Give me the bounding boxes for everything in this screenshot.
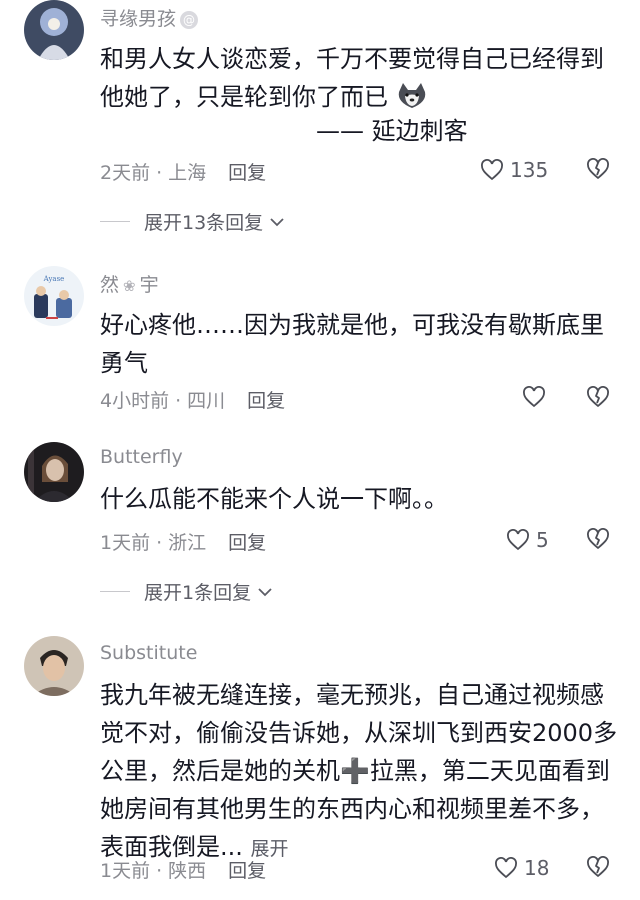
comment-4: Substitute 我九年被无缝连接，毫无预兆，自己通过视频感觉不对，偷偷没告… [0,636,640,900]
timestamp: 1天前 [100,860,151,882]
broken-heart-icon [587,856,609,877]
like-button[interactable] [522,386,546,408]
comment-2: Ayase 然 ❀ 宇 好心疼他……因为我就是他，可我没有歇斯底里勇气 4小时前 · 四… [0,260,640,430]
username[interactable]: 寻缘男孩 @ [100,4,199,31]
svg-text:Ayase: Ayase [43,275,65,283]
comment-meta: 1天前 · 陕西 回复 [100,860,267,882]
dislike-button[interactable] [586,856,610,882]
like-count: 18 [524,856,550,880]
expand-replies[interactable]: 展开13条回复 [100,208,285,235]
heart-icon [507,529,529,551]
username[interactable]: 然 ❀ 宇 [100,270,159,297]
comment-3: Butterfly 什么瓜能不能来个人说一下啊。。 1天前 · 浙江 回复 5 展开1… [0,440,640,610]
broken-heart-icon [587,158,609,179]
comment-meta: 2天前 · 上海 回复 [100,162,267,184]
timestamp: 1天前 [100,532,151,554]
reply-button[interactable]: 回复 [228,162,266,184]
location: 浙江 [168,532,207,554]
comment-text: 我九年被无缝连接，毫无预兆，自己通过视频感觉不对，偷偷没告诉她，从深圳飞到西安2… [100,681,618,861]
comment-meta: 4小时前 · 四川 回复 [100,390,286,412]
like-button[interactable]: 18 [494,856,549,880]
avatar[interactable]: Ayase [24,266,84,326]
dislike-button[interactable] [586,158,610,184]
avatar[interactable] [24,0,84,60]
location: 四川 [187,390,226,412]
username[interactable]: Substitute [100,642,197,664]
reply-button[interactable]: 回复 [247,390,285,412]
timestamp: 4小时前 [100,390,170,412]
expand-replies[interactable]: 展开1条回复 [100,578,273,605]
heart-icon [481,159,503,181]
chevron-down-icon [270,217,284,226]
avatar[interactable] [24,442,84,502]
reply-button[interactable]: 回复 [228,532,266,554]
like-count: 5 [536,528,549,552]
timestamp: 2天前 [100,162,151,184]
avatar[interactable] [24,636,84,696]
reply-button[interactable]: 回复 [228,860,266,882]
like-button[interactable]: 135 [480,158,548,182]
like-button[interactable]: 5 [506,528,549,552]
signature: —— 延边刺客 [316,117,468,145]
broken-heart-icon [587,528,609,549]
like-count: 135 [510,158,549,182]
location: 陕西 [168,860,207,882]
dislike-button[interactable] [586,528,610,554]
chevron-down-icon [258,587,272,596]
comment-meta: 1天前 · 浙江 回复 [100,532,267,554]
comment-text: 好心疼他……因为我就是他，可我没有歇斯底里勇气 [100,311,604,377]
comment-1: 寻缘男孩 @ 和男人女人谈恋爱，千万不要觉得自己已经得到他她了，只是轮到你了而已 … [0,0,640,250]
flower-icon: ❀ [123,277,136,295]
location: 上海 [168,162,207,184]
broken-heart-icon [587,386,609,407]
dislike-button[interactable] [586,386,610,412]
badge-icon: @ [180,11,199,29]
username[interactable]: Butterfly [100,446,183,468]
heart-icon [523,386,545,408]
comment-text: 什么瓜能不能来个人说一下啊。。 [100,485,448,513]
heart-icon [495,857,517,879]
comment-text: 和男人女人谈恋爱，千万不要觉得自己已经得到他她了，只是轮到你了而已 [100,40,620,121]
